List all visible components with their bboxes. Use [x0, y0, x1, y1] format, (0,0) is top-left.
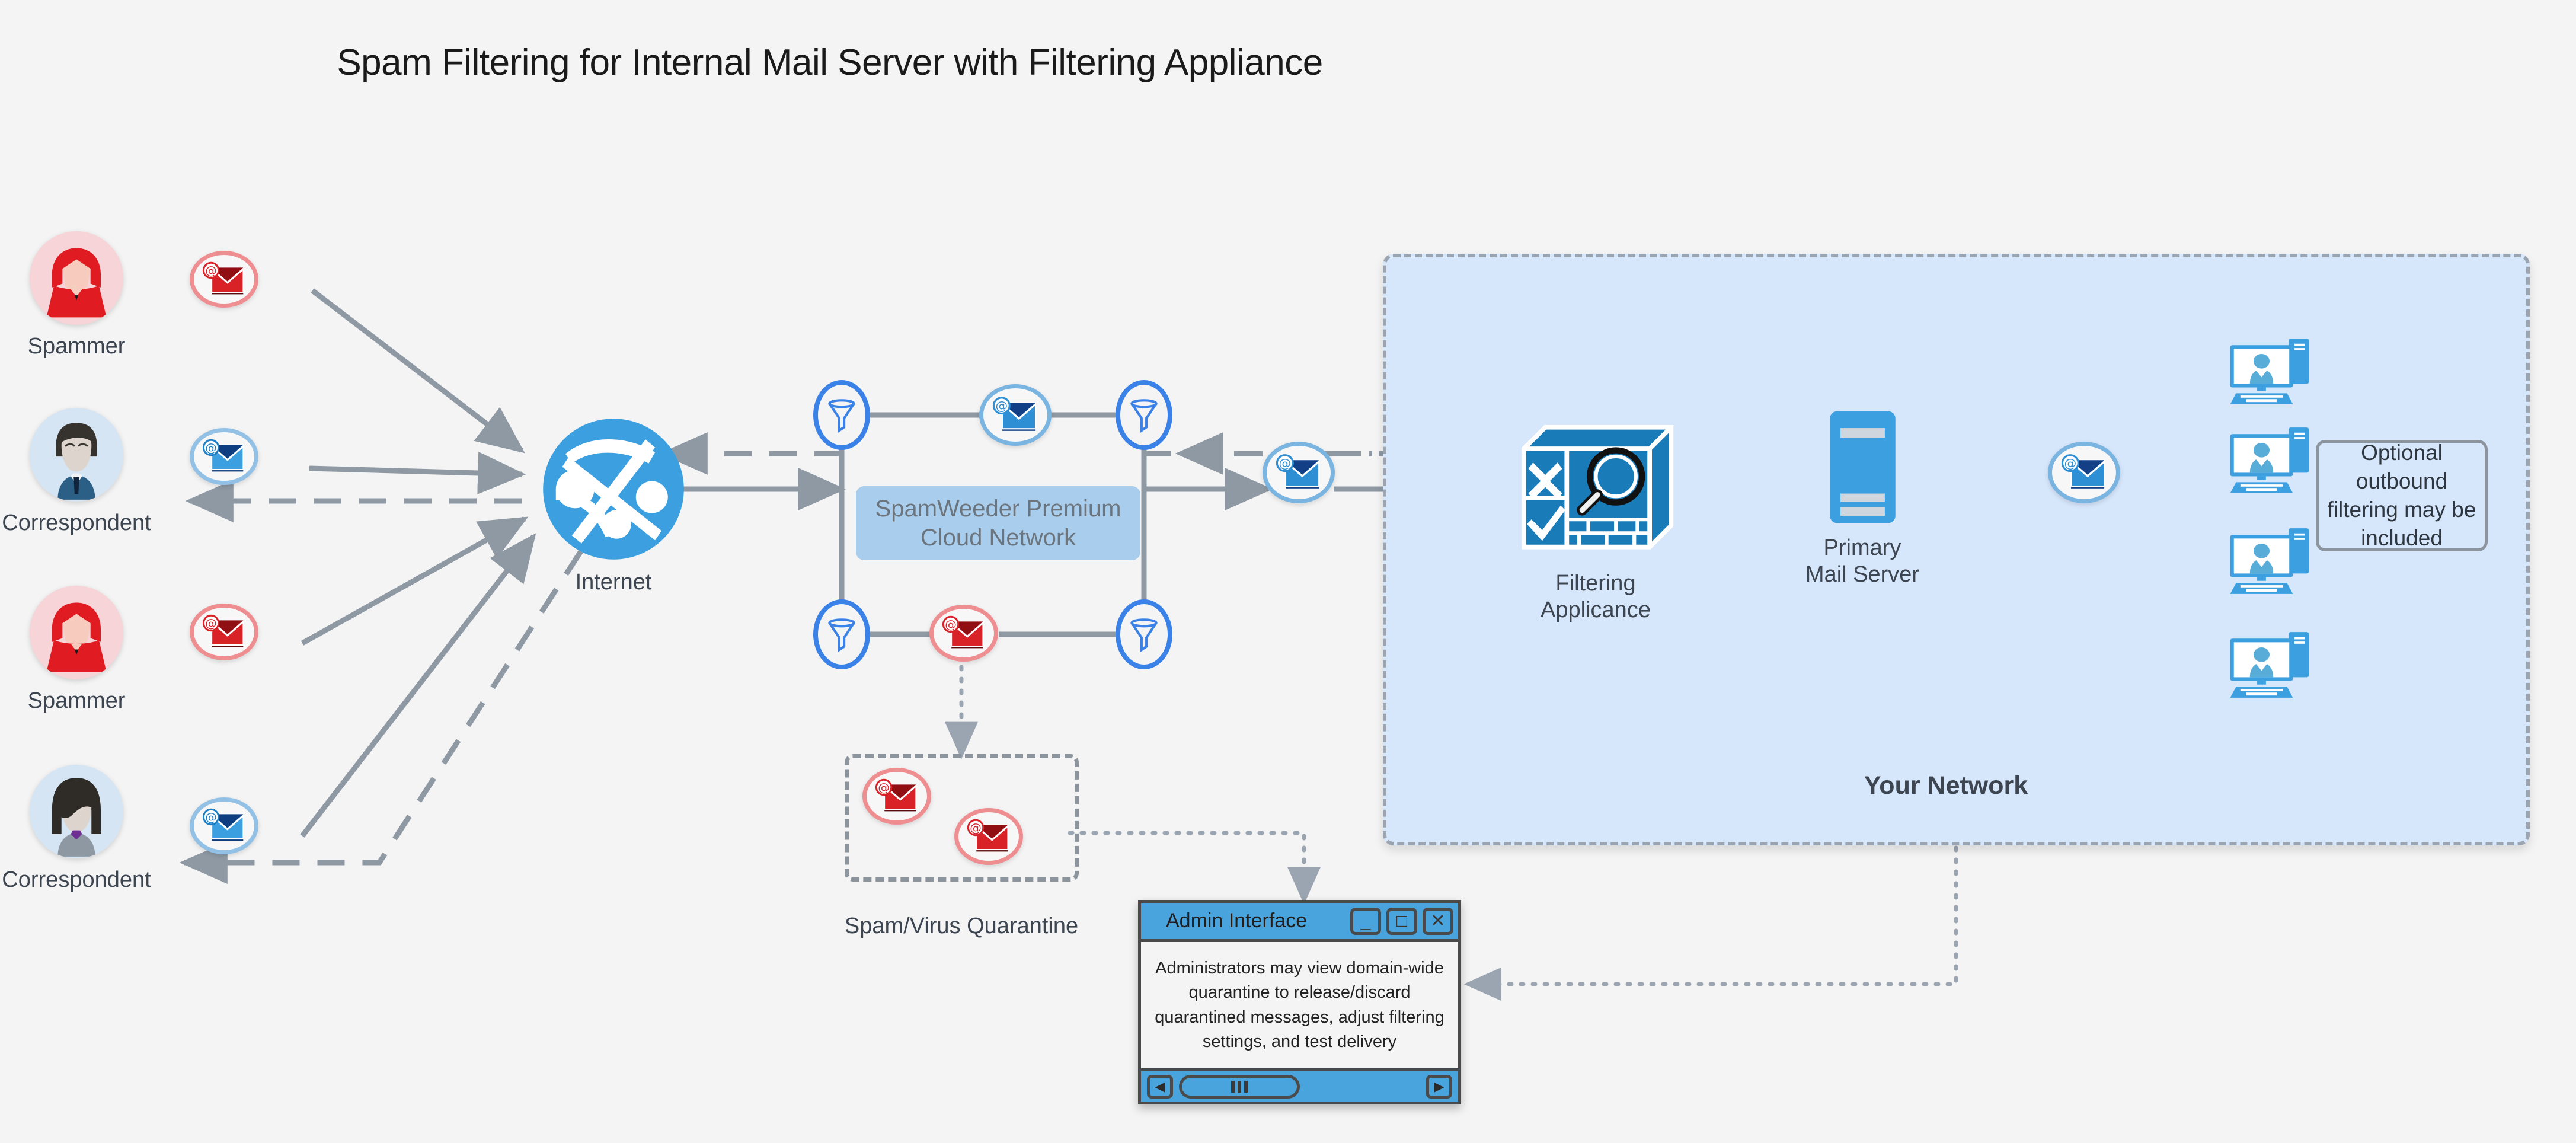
workstation-4 [2226, 628, 2313, 704]
filtering-appliance-node: Filtering Applicance [1511, 415, 1680, 622]
page-title: Spam Filtering for Internal Mail Server … [337, 42, 1323, 83]
svg-text:@: @ [995, 398, 1008, 413]
diagram-canvas: Spam Filtering for Internal Mail Server … [0, 0, 2576, 1143]
scroll-left-icon[interactable]: ◀ [1147, 1074, 1173, 1099]
svg-text:@: @ [205, 264, 217, 277]
window-scrollbar[interactable]: ◀ ▶ [1141, 1068, 1458, 1102]
svg-text:@: @ [205, 617, 217, 630]
cloud-clean-mail-icon: @ [979, 384, 1052, 446]
svg-text:@: @ [205, 810, 217, 824]
desktop-user-icon [2230, 427, 2309, 493]
svg-text:@: @ [945, 618, 957, 631]
desktop-user-icon [2230, 632, 2309, 698]
svg-text:@: @ [970, 821, 982, 835]
cloud-spam-mail-icon: @ [929, 605, 998, 662]
firewall-inspect-icon [1511, 415, 1680, 564]
quarantine-mail-2: @ [954, 808, 1023, 865]
quarantine-label: Spam/Virus Quarantine [844, 914, 1079, 938]
actor-label: Correspondent [2, 510, 151, 535]
workstation-2 [2226, 424, 2313, 500]
inbox-mail-icon: @ [2048, 442, 2120, 503]
spammer-avatar [30, 231, 123, 325]
correspondent-avatar [30, 765, 123, 858]
scroll-thumb[interactable] [1179, 1074, 1300, 1099]
mail-server-node: Primary Mail Server [1805, 409, 1919, 587]
actor-label: Correspondent [2, 867, 151, 892]
minimize-button[interactable]: _ [1350, 907, 1381, 935]
outbound-filtering-note: Optional outbound filtering may be inclu… [2316, 440, 2488, 551]
filter-top-left [813, 380, 870, 450]
grip-icon [1231, 1080, 1248, 1093]
maximize-button[interactable]: □ [1386, 907, 1417, 935]
close-button[interactable]: ✕ [1423, 907, 1453, 935]
filter-bottom-left [813, 599, 870, 669]
filter-top-right [1116, 380, 1172, 450]
spammer-avatar [30, 586, 123, 679]
mail-server-label: Primary Mail Server [1805, 535, 1920, 587]
globe-network-icon [533, 409, 693, 572]
window-title: Admin Interface [1166, 909, 1308, 932]
svg-text:@: @ [2064, 456, 2076, 470]
scroll-right-icon[interactable]: ▶ [1426, 1074, 1452, 1099]
workstation-1 [2226, 335, 2313, 411]
spam-mail-icon-2: @ [190, 604, 258, 660]
actor-label: Spammer [27, 334, 126, 359]
admin-interface-window[interactable]: Admin Interface _ □ ✕ Administrators may… [1138, 900, 1461, 1104]
your-network-label: Your Network [1864, 771, 2028, 800]
internet-node: Internet [533, 409, 693, 595]
cloud-network-label: SpamWeeder Premium Cloud Network [856, 486, 1140, 560]
svg-text:@: @ [1279, 456, 1291, 470]
spam-mail-icon-1: @ [190, 251, 258, 308]
appliance-label: Filtering Applicance [1541, 571, 1651, 622]
desktop-user-icon [2230, 528, 2309, 594]
mail-icon-correspondent-2: @ [190, 797, 258, 854]
correspondent-avatar [30, 408, 123, 502]
filter-bottom-right [1116, 599, 1172, 669]
internet-label: Internet [575, 570, 652, 595]
workstation-3 [2226, 525, 2313, 601]
window-body-text: Administrators may view domain-wide quar… [1141, 942, 1458, 1068]
quarantine-mail-1: @ [862, 768, 931, 825]
svg-text:@: @ [878, 781, 890, 794]
transit-mail-icon: @ [1263, 442, 1335, 503]
mail-icon-correspondent-1: @ [190, 428, 258, 485]
actor-label: Spammer [27, 688, 126, 713]
window-title-bar[interactable]: Admin Interface _ □ ✕ [1141, 903, 1458, 942]
svg-text:@: @ [205, 441, 217, 455]
server-tower-icon [1826, 409, 1900, 528]
desktop-user-icon [2230, 339, 2309, 404]
